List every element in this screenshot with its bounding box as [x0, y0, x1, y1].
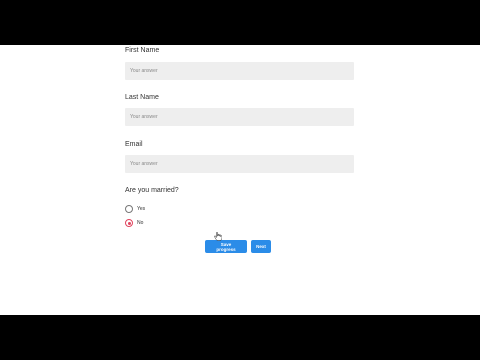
- radio-label-no: No: [137, 220, 144, 226]
- radio-label-yes: Yes: [137, 206, 146, 212]
- last-name-input[interactable]: [125, 108, 354, 126]
- last-name-label: Last Name: [125, 94, 159, 101]
- radio-button-yes[interactable]: [125, 205, 133, 213]
- radio-option-yes[interactable]: Yes: [125, 205, 145, 213]
- radio-button-no[interactable]: [125, 219, 133, 227]
- married-question: Are you married?: [125, 187, 179, 194]
- radio-option-no[interactable]: No: [125, 219, 143, 227]
- first-name-label: First Name: [125, 47, 160, 54]
- email-input[interactable]: [125, 155, 354, 173]
- browser-viewport: First Name Last Name Email Are you marri…: [0, 45, 480, 315]
- save-progress-button[interactable]: Save progress: [205, 240, 247, 253]
- next-button[interactable]: Next: [251, 240, 271, 253]
- hand-pointer-icon: [214, 232, 222, 241]
- first-name-input[interactable]: [125, 62, 354, 80]
- email-label: Email: [125, 141, 143, 148]
